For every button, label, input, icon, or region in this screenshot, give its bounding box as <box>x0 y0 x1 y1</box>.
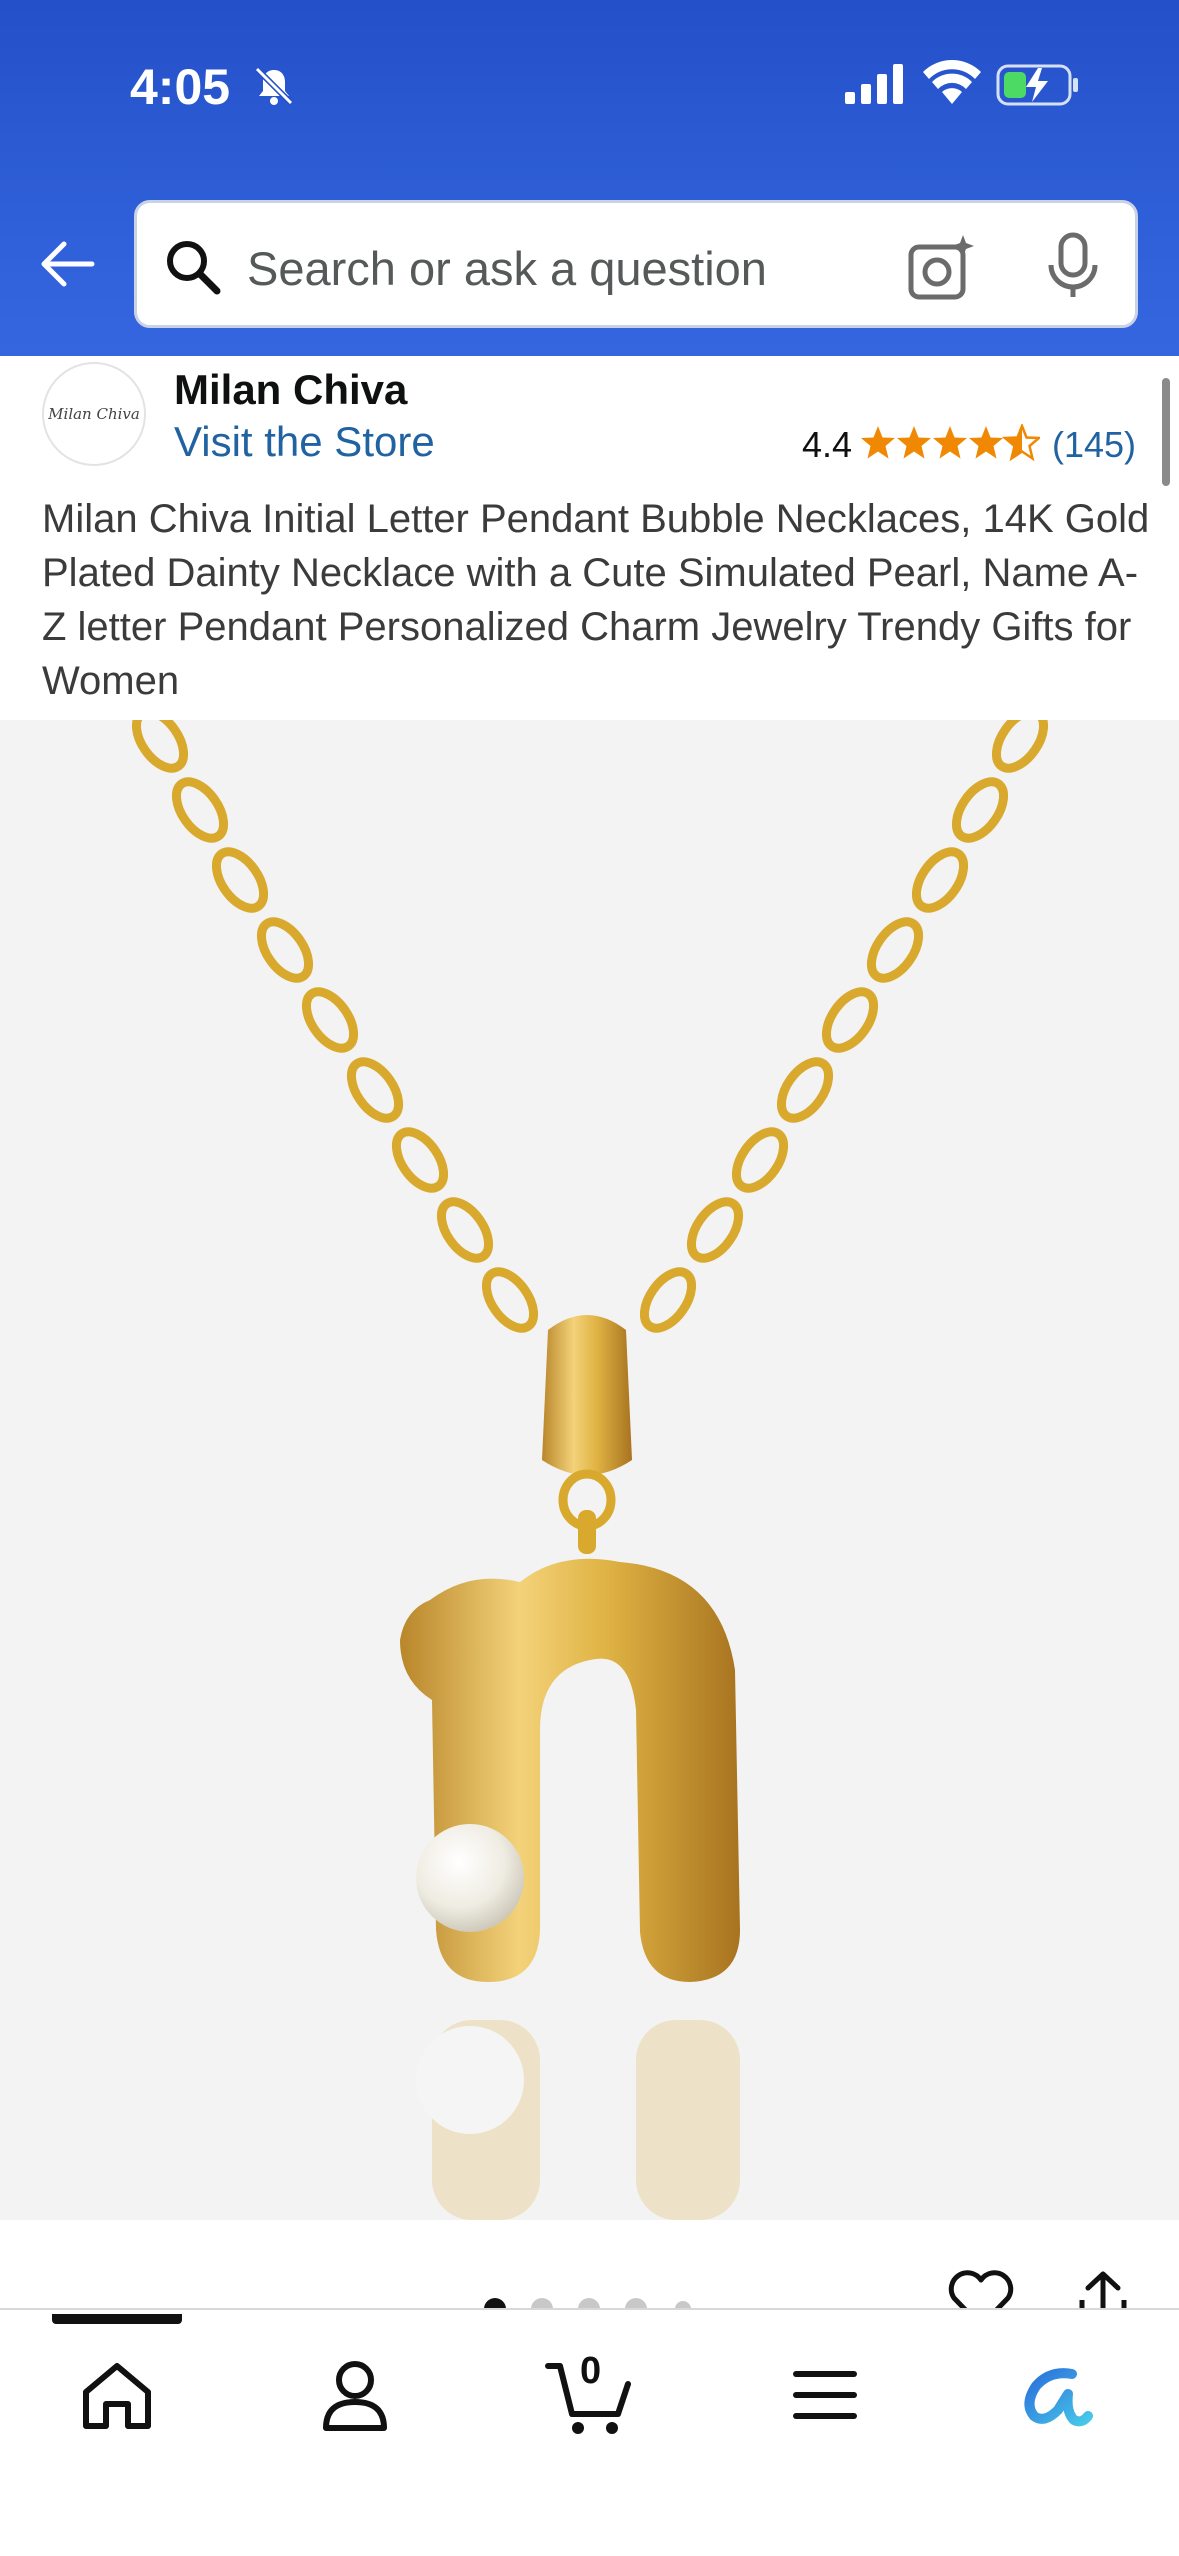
rating-value: 4.4 <box>802 424 853 465</box>
camera-search-icon[interactable] <box>907 233 977 301</box>
store-logo[interactable]: Milan Chiva <box>42 362 146 466</box>
visit-store-link[interactable]: Visit the Store <box>174 418 435 466</box>
status-time: 4:05 <box>130 59 231 115</box>
wifi-icon <box>923 60 981 104</box>
battery-charging-icon <box>996 64 1078 106</box>
product-image[interactable] <box>0 720 1179 2220</box>
star-rating-icon[interactable] <box>860 424 1040 464</box>
necklace-illustration <box>0 720 1179 2220</box>
review-count-link[interactable]: (145) <box>1052 424 1136 466</box>
product-title: Milan Chiva Initial Letter Pendant Bubbl… <box>42 497 1150 703</box>
active-tab-indicator <box>52 2314 182 2324</box>
app-header: 4:05 Search or ask a question <box>0 0 1179 356</box>
account-icon[interactable] <box>310 2350 400 2440</box>
search-input[interactable]: Search or ask a question <box>247 241 767 296</box>
microphone-icon[interactable] <box>1043 231 1103 301</box>
back-arrow-icon[interactable] <box>36 234 96 294</box>
store-name: Milan Chiva <box>174 366 408 413</box>
bottom-navigation: 0 <box>0 2308 1179 2556</box>
search-icon <box>167 241 221 295</box>
home-icon[interactable] <box>72 2350 162 2440</box>
silent-mode-icon <box>254 66 294 106</box>
cellular-signal-icon <box>845 64 903 104</box>
search-bar[interactable]: Search or ask a question <box>134 200 1138 328</box>
scroll-indicator <box>1162 378 1170 486</box>
menu-icon[interactable] <box>780 2350 870 2440</box>
cart-count-badge: 0 <box>580 2350 602 2392</box>
rufus-assistant-icon[interactable] <box>1010 2350 1100 2440</box>
